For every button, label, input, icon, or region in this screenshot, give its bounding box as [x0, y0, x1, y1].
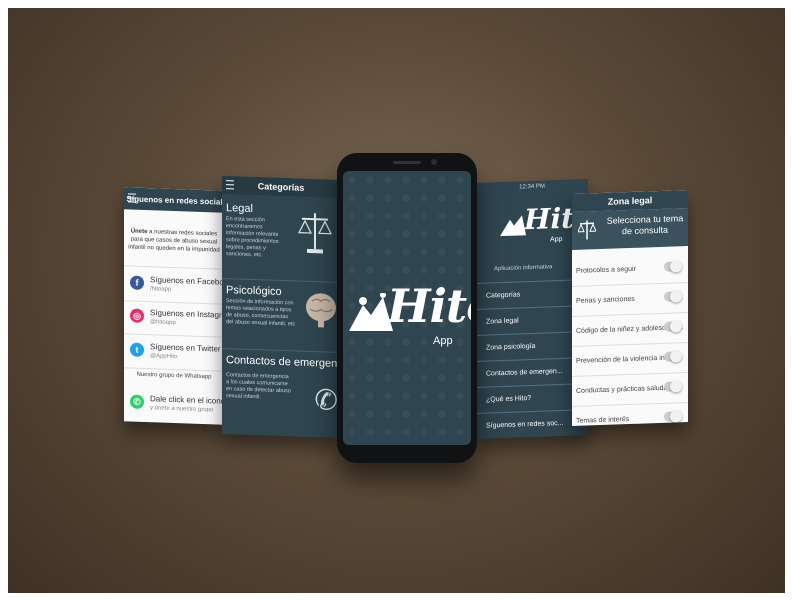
facebook-handle: /hitoapp: [150, 286, 172, 293]
front-camera: [431, 159, 437, 165]
legal-zone-screen: Zona legal Selecciona tu tema de consult…: [572, 189, 688, 427]
facebook-icon: f: [130, 275, 144, 290]
categories-header: Categorías: [222, 175, 340, 199]
category-emergency[interactable]: Contactos de emergencia Contactos de eme…: [222, 354, 340, 428]
twitter-icon: t: [130, 342, 144, 357]
topic-toggle[interactable]: [664, 261, 682, 272]
legal-zone-banner: Selecciona tu tema de consulta: [572, 207, 688, 251]
scales-icon: [298, 213, 332, 254]
category-legal-desc: En esta sección encontraremos informació…: [226, 216, 279, 259]
menu-icon[interactable]: [226, 180, 234, 190]
topic-toggle[interactable]: [664, 411, 682, 422]
twitter-handle: @AppHito: [150, 353, 178, 361]
instagram-label: Síguenos en Instagram: [150, 308, 224, 321]
category-psychology-desc: Sección de información con temas relacio…: [226, 298, 296, 328]
phone-icon: ✆: [314, 384, 338, 416]
mockup-scene: Síguenos en redes sociales Únete a nuest…: [0, 0, 793, 601]
splash-logo: Hito App: [347, 279, 471, 349]
social-header: Síguenos en redes sociales: [124, 187, 224, 213]
topic-toggle[interactable]: [664, 351, 682, 362]
twitter-label: Síguenos en Twitter: [150, 342, 221, 354]
splash-screen: Hito App: [343, 171, 471, 445]
categories-screen: Categorías Legal En esta sección encontr…: [222, 175, 340, 439]
facebook-label: Síguenos en Facebook: [150, 275, 224, 288]
category-emergency-heading: Contactos de emergencia: [226, 354, 340, 371]
menu-icon[interactable]: [128, 193, 136, 203]
instagram-row[interactable]: ◎ Síguenos en Instagram @hitoapp: [124, 299, 224, 338]
splash-logo-sub: App: [433, 335, 453, 347]
social-intro: Únete a nuestras redes sociales para que…: [127, 227, 221, 254]
center-phone: Hito App: [337, 153, 477, 463]
menu-logo: Hito App: [498, 201, 588, 252]
category-emergency-desc: Contactos de emergencia a los cuales com…: [226, 372, 291, 401]
category-legal[interactable]: Legal En esta sección encontraremos info…: [222, 202, 340, 276]
whatsapp-icon: ✆: [130, 394, 144, 409]
social-screen: Síguenos en redes sociales Únete a nuest…: [124, 187, 224, 425]
whatsapp-row[interactable]: ✆ Dale click en el icono y únete a nuest…: [124, 385, 224, 422]
legal-topic-row[interactable]: Temas de interés: [572, 402, 688, 426]
splash-logo-word: Hito: [387, 279, 471, 333]
legal-zone-title: Zona legal: [607, 195, 653, 207]
whatsapp-handle: y únete a nuestro grupo: [150, 405, 214, 414]
topic-toggle[interactable]: [664, 321, 682, 332]
menu-logo-sub: App: [550, 235, 563, 244]
scales-icon: [578, 220, 596, 240]
topic-toggle[interactable]: [664, 381, 682, 392]
category-psychology[interactable]: Psicológico Sección de información con t…: [222, 284, 340, 350]
instagram-handle: @hitoapp: [150, 319, 176, 327]
brain-icon: [306, 293, 336, 328]
social-intro-bold: Únete: [130, 228, 148, 236]
legal-zone-subtitle: Selecciona tu tema de consulta: [606, 213, 684, 237]
whatsapp-group-label: Nuestro grupo de Whatsapp: [136, 371, 212, 381]
speaker-grille: [393, 161, 421, 164]
social-title: Síguenos en redes sociales: [126, 193, 224, 207]
status-time: 12:34 PM: [519, 183, 545, 191]
twitter-row[interactable]: t Síguenos en Twitter @AppHito: [124, 333, 224, 372]
whatsapp-label: Dale click en el icono: [150, 394, 224, 406]
status-bar: 12:34 PM: [476, 179, 588, 195]
categories-title: Categorías: [257, 181, 305, 193]
instagram-icon: ◎: [130, 308, 144, 323]
topic-toggle[interactable]: [664, 291, 682, 302]
